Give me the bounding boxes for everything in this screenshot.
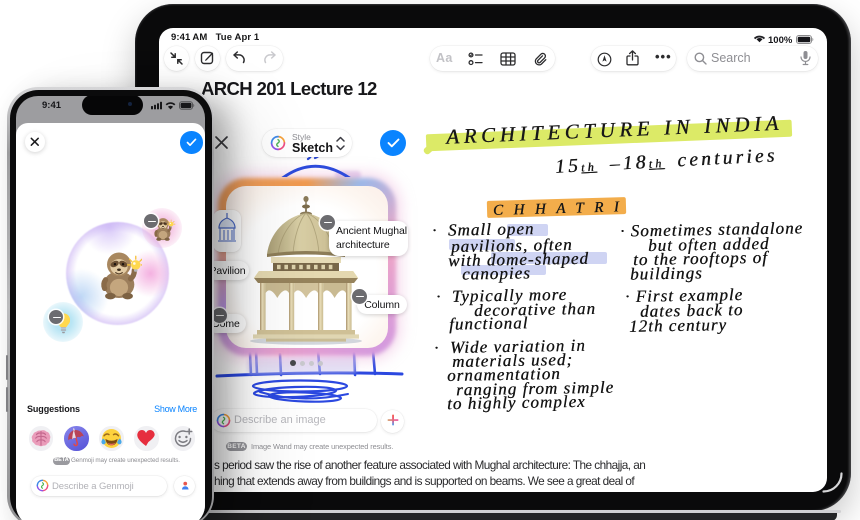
svg-text:100%: 100% <box>768 35 793 45</box>
